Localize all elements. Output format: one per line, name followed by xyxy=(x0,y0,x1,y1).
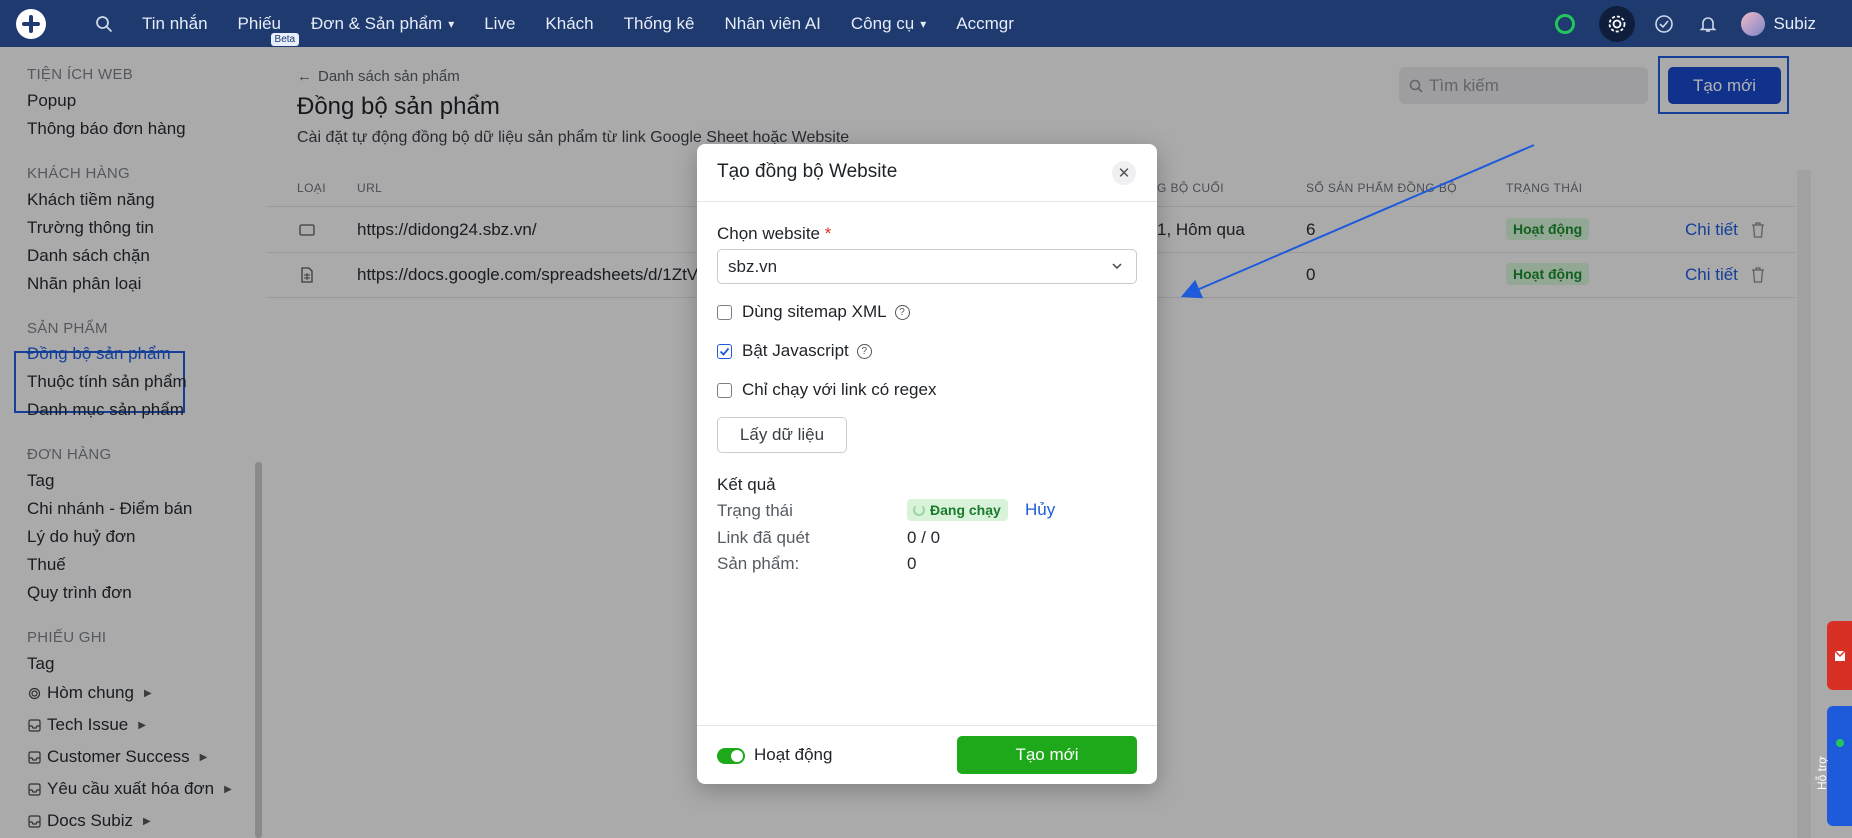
active-toggle-label: Hoạt động xyxy=(754,745,833,764)
sitemap-option: Dùng sitemap XML ? xyxy=(717,302,910,322)
beta-badge: Beta xyxy=(270,32,300,46)
status-label: Trạng thái xyxy=(717,501,793,520)
support-tab[interactable]: Hỗ trợ xyxy=(1815,706,1852,826)
top-nav: Tin nhắn Phiếu Beta Đơn & Sản phẩm ▾ Live … xyxy=(0,0,1852,47)
online-dot-icon xyxy=(1836,739,1844,747)
javascript-checkbox[interactable] xyxy=(717,343,732,359)
sitemap-checkbox[interactable] xyxy=(717,304,732,320)
checkmark-icon xyxy=(719,347,730,356)
chevron-down-icon xyxy=(1112,263,1122,270)
spinner-icon xyxy=(913,504,925,516)
scanned-links-label: Link đã quét xyxy=(717,528,810,547)
modal-footer: Hoạt động Tạo mới xyxy=(697,725,1157,784)
running-status-badge: Đang chạy xyxy=(907,499,1008,521)
chevron-down-icon: ▾ xyxy=(920,16,927,31)
gear-icon[interactable] xyxy=(1599,5,1636,42)
products-value: 0 xyxy=(907,554,917,573)
modal-title: Tạo đồng bộ Website xyxy=(717,161,898,182)
help-icon[interactable]: ? xyxy=(856,343,872,359)
nav-tools[interactable]: Công cụ ▾ xyxy=(851,14,926,34)
bell-icon[interactable] xyxy=(1697,13,1719,35)
create-website-sync-modal: Tạo đồng bộ Website ✕ Chọn website * sbz… xyxy=(697,144,1157,784)
chevron-down-icon: ▾ xyxy=(448,16,455,31)
user-name[interactable]: Subiz xyxy=(1773,14,1816,34)
regex-checkbox[interactable] xyxy=(717,382,732,398)
help-icon[interactable]: ? xyxy=(894,304,910,320)
close-icon[interactable]: ✕ xyxy=(1112,161,1136,185)
active-toggle[interactable] xyxy=(717,748,745,764)
website-select[interactable]: sbz.vn xyxy=(717,249,1137,284)
nav-customers[interactable]: Khách xyxy=(545,14,593,34)
nav-orders-products[interactable]: Đơn & Sản phẩm ▾ xyxy=(311,14,454,34)
nav-live[interactable]: Live xyxy=(484,14,515,34)
products-label: Sản phẩm: xyxy=(717,554,800,573)
nav-messages[interactable]: Tin nhắn xyxy=(142,14,208,34)
cancel-link[interactable]: Hủy xyxy=(1025,500,1055,520)
modal-header: Tạo đồng bộ Website ✕ xyxy=(697,144,1157,202)
create-sync-button[interactable]: Tạo mới xyxy=(957,736,1137,774)
nav-tickets[interactable]: Phiếu Beta xyxy=(238,14,300,46)
search-icon[interactable] xyxy=(94,14,114,34)
scanned-links-value: 0 / 0 xyxy=(907,528,941,547)
check-circle-icon[interactable] xyxy=(1653,13,1675,35)
nav-accmgr[interactable]: Accmgr xyxy=(956,14,1014,34)
support-label: Hỗ trợ xyxy=(1815,756,1829,790)
avatar[interactable] xyxy=(1741,11,1766,36)
nav-ai-agent[interactable]: Nhân viên AI xyxy=(725,14,821,34)
nav-reports[interactable]: Thống kê xyxy=(624,14,695,34)
result-title: Kết quả xyxy=(717,475,776,494)
javascript-option: Bật Javascript ? xyxy=(717,341,872,361)
website-label: Chọn website * xyxy=(717,224,832,243)
regex-option: Chỉ chạy với link có regex xyxy=(717,380,936,400)
mail-widget-icon[interactable] xyxy=(1827,621,1852,690)
fetch-data-button[interactable]: Lấy dữ liệu xyxy=(717,417,847,453)
subiz-logo-icon[interactable] xyxy=(16,8,46,39)
online-status-icon[interactable] xyxy=(1555,13,1576,34)
